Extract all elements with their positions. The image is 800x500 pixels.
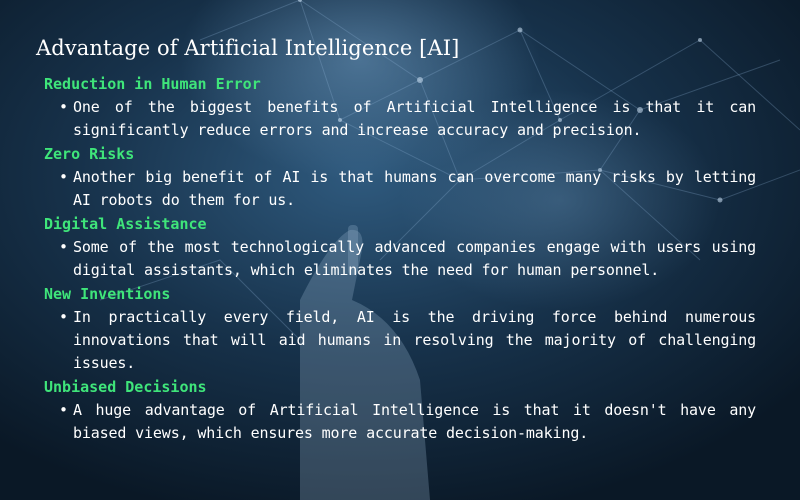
bullet-item: • One of the biggest benefits of Artifici… [36,96,756,142]
section-heading: Digital Assistance [44,215,207,233]
bullet-item: • A huge advantage of Artificial Intellig… [36,399,756,445]
bullet-list: • In practically every field, AI is the d… [36,306,756,375]
bullet-text: Another big benefit of AI is that humans… [73,168,756,209]
bullet-dot-icon: • [59,98,68,116]
main-content: Advantage of Artificial Intelligence [AI… [36,36,756,447]
section-heading: New Inventions [44,285,171,303]
bullet-text: In practically every field, AI is the dr… [73,308,756,372]
section-heading: Unbiased Decisions [44,378,207,396]
section-heading: Zero Risks [44,145,135,163]
bullet-item: • Another big benefit of AI is that human… [36,166,756,212]
section-unbiased-decisions: Unbiased Decisions • A huge advantage of … [36,377,756,445]
section-zero-risks: Zero Risks • Another big benefit of AI is… [36,144,756,212]
section-digital-assistance: Digital Assistance • Some of the most tec… [36,214,756,282]
bullet-item: • In practically every field, AI is the d… [36,306,756,375]
bullet-item: • Some of the most technologically advanc… [36,236,756,282]
section-reduction-in-human-error: Reduction in Human Error • One of the big… [36,74,756,142]
section-new-inventions: New Inventions • In practically every fie… [36,284,756,375]
bullet-list: • Another big benefit of AI is that human… [36,166,756,212]
bullet-dot-icon: • [59,238,68,256]
bullet-list: • One of the biggest benefits of Artifici… [36,96,756,142]
bullet-dot-icon: • [59,168,68,186]
bullet-dot-icon: • [59,308,68,326]
bullet-text: A huge advantage of Artificial Intellige… [73,401,756,442]
section-heading: Reduction in Human Error [44,75,261,93]
bullet-list: • Some of the most technologically advanc… [36,236,756,282]
bullet-text: Some of the most technologically advance… [73,238,756,279]
bullet-dot-icon: • [59,401,68,419]
page-title: Advantage of Artificial Intelligence [AI… [36,36,460,60]
bullet-text: One of the biggest benefits of Artificia… [73,98,756,139]
bullet-list: • A huge advantage of Artificial Intellig… [36,399,756,445]
